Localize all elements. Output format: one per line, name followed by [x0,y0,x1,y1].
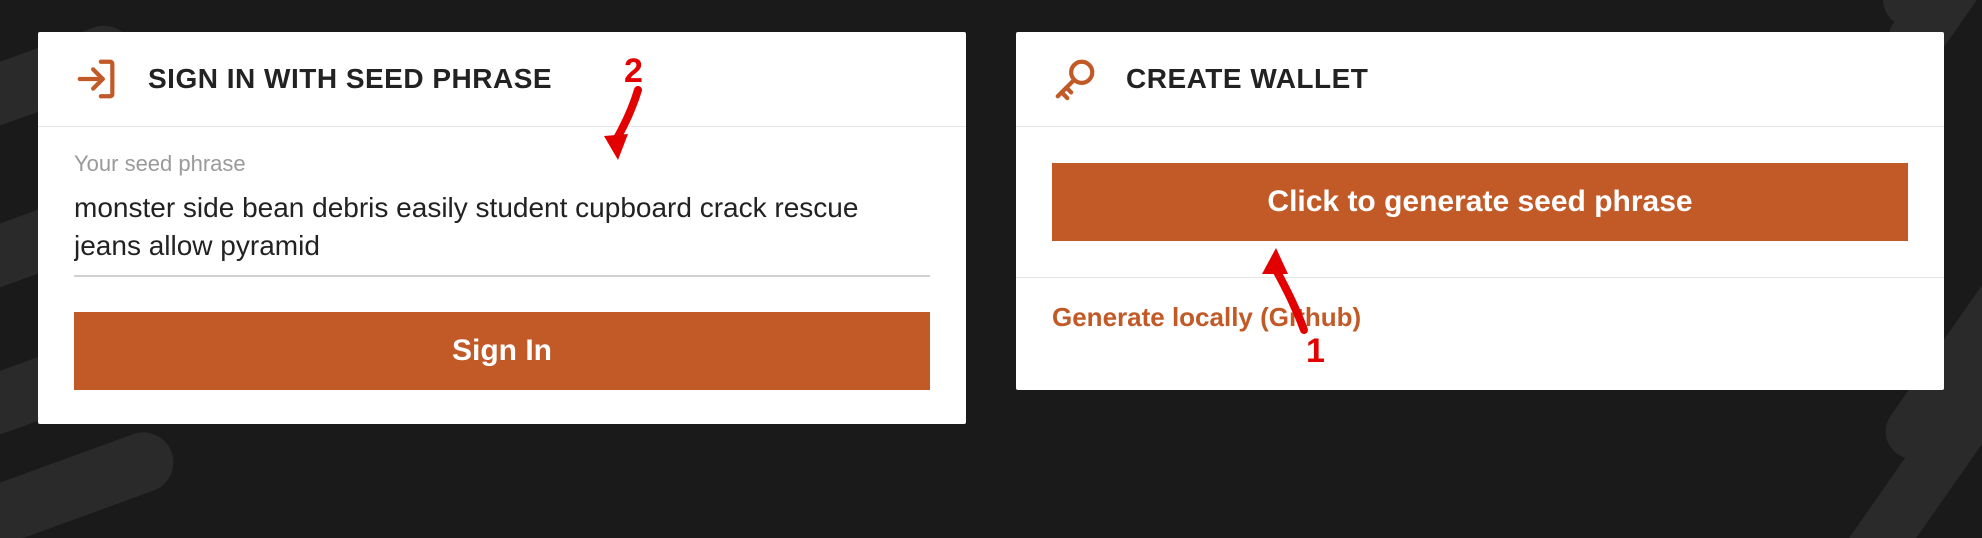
signin-card-body: Your seed phrase Sign In [38,127,966,414]
generate-seed-button[interactable]: Click to generate seed phrase [1052,163,1908,241]
signin-card-header: SIGN IN WITH SEED PHRASE [38,32,966,127]
main-container: SIGN IN WITH SEED PHRASE Your seed phras… [0,0,1982,538]
seed-phrase-input[interactable] [74,187,930,277]
signin-arrow-icon [74,56,120,102]
seed-phrase-label: Your seed phrase [74,151,930,177]
generate-locally-link[interactable]: Generate locally (Github) [1052,302,1361,332]
signin-card: SIGN IN WITH SEED PHRASE Your seed phras… [38,32,966,424]
create-wallet-card-body: Click to generate seed phrase [1016,127,1944,277]
create-wallet-card-footer: Generate locally (Github) [1016,277,1944,357]
create-wallet-card: CREATE WALLET Click to generate seed phr… [1016,32,1944,390]
create-wallet-card-header: CREATE WALLET [1016,32,1944,127]
annotation-number-1: 1 [1306,332,1325,371]
signin-title: SIGN IN WITH SEED PHRASE [148,63,552,95]
annotation-number-2: 2 [624,52,643,91]
create-wallet-title: CREATE WALLET [1126,63,1368,95]
signin-button[interactable]: Sign In [74,312,930,390]
key-icon [1052,56,1098,102]
